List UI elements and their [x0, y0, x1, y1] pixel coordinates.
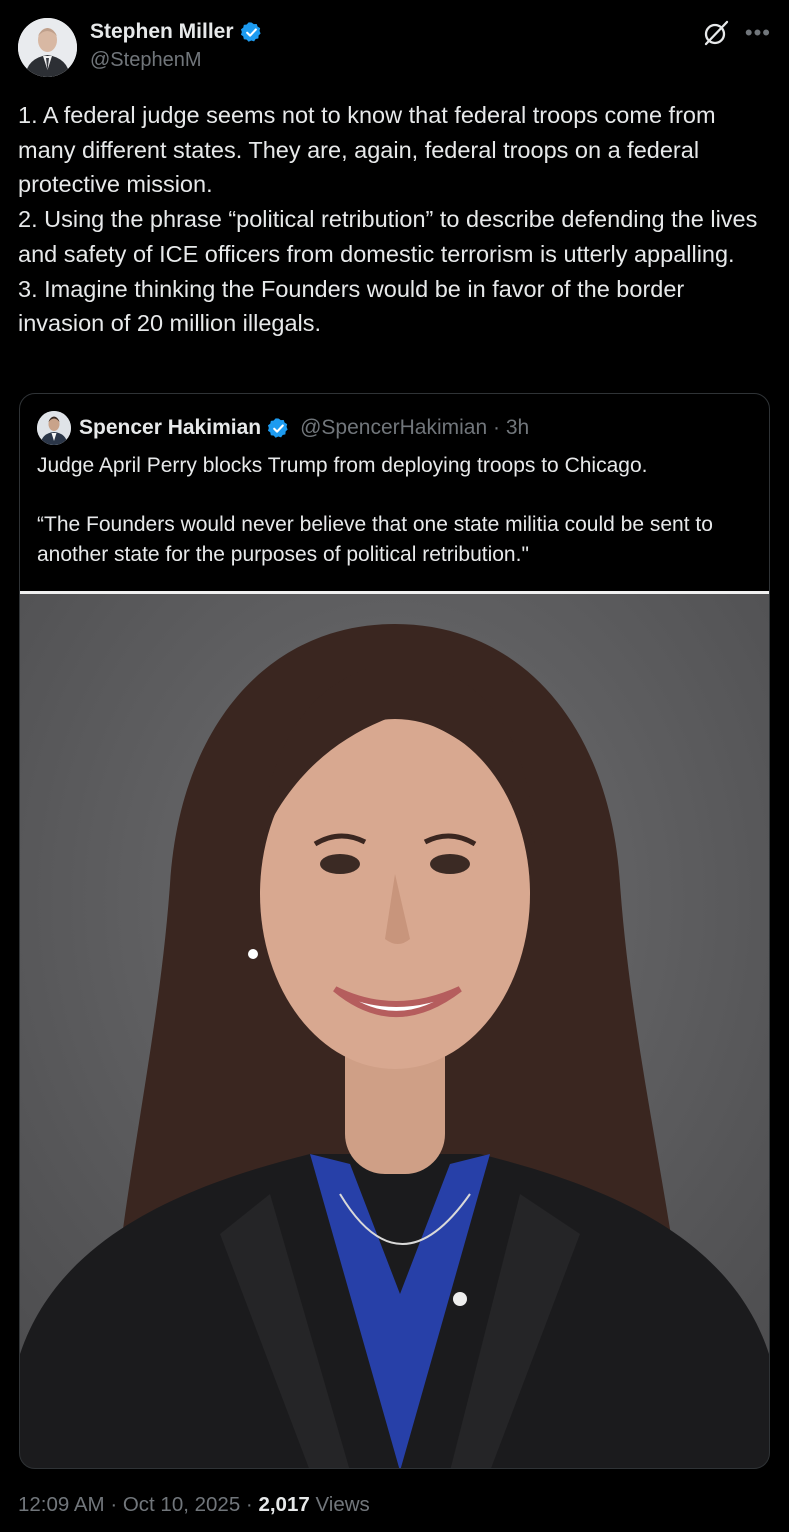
tweet-time[interactable]: 12:09 AM — [18, 1493, 105, 1516]
views-label: Views — [315, 1493, 370, 1516]
quote-author-name[interactable]: Spencer Hakimian — [79, 416, 261, 440]
tweet-header: Stephen Miller @StephenM ••• — [18, 18, 771, 80]
tweet-text: 1. A federal judge seems not to know tha… — [18, 102, 758, 337]
tweet-meta: 12:09 AM · Oct 10, 2025 · 2,017 Views — [18, 1493, 370, 1516]
quote-author-handle[interactable]: @SpencerHakimian · 3h — [300, 416, 529, 440]
author-handle[interactable]: @StephenM — [90, 49, 263, 72]
views-count: 2,017 — [258, 1493, 310, 1516]
author-name-row[interactable]: Stephen Miller — [90, 20, 263, 44]
verified-badge-icon — [240, 21, 261, 42]
quote-author-avatar[interactable] — [37, 411, 71, 445]
grok-icon[interactable] — [701, 18, 731, 48]
verified-badge-icon — [268, 417, 288, 438]
tweet-date[interactable]: Oct 10, 2025 — [123, 1493, 240, 1516]
quote-text: Judge April Perry blocks Trump from depl… — [37, 454, 713, 566]
quote-age: 3h — [505, 416, 530, 439]
author-avatar[interactable] — [18, 18, 77, 77]
quote-photo[interactable] — [20, 591, 769, 1469]
author-name[interactable]: Stephen Miller — [90, 20, 234, 44]
quoted-tweet[interactable]: Spencer Hakimian @SpencerHakimian · 3h J… — [19, 393, 770, 1469]
more-icon[interactable]: ••• — [745, 18, 771, 48]
